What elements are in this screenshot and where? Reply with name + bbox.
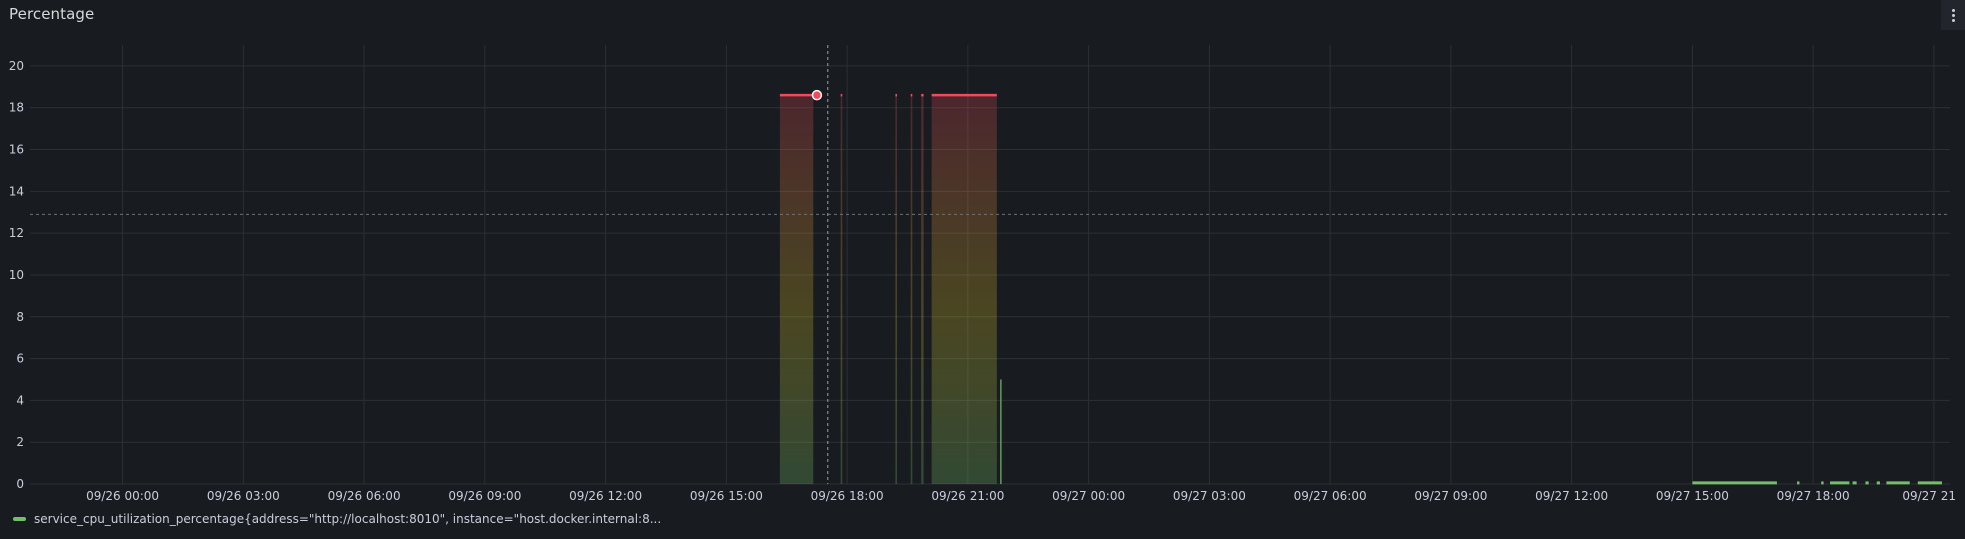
x-tick-label: 09/26 21:00 bbox=[931, 489, 1004, 503]
series-area-fill bbox=[931, 95, 997, 485]
x-tick-label: 09/26 12:00 bbox=[569, 489, 642, 503]
y-tick-label: 10 bbox=[9, 268, 24, 282]
series-area-fill bbox=[910, 95, 913, 485]
y-tick-label: 18 bbox=[9, 101, 24, 115]
y-tick-label: 4 bbox=[16, 393, 24, 407]
series-area-fill bbox=[840, 95, 843, 485]
series-area-fill bbox=[779, 95, 814, 485]
x-tick-label: 09/27 21 bbox=[1902, 489, 1956, 503]
hover-point-marker bbox=[811, 89, 823, 101]
y-tick-label: 0 bbox=[16, 477, 24, 491]
legend-color-swatch bbox=[13, 517, 26, 521]
x-tick-label: 09/26 03:00 bbox=[207, 489, 280, 503]
y-tick-label: 6 bbox=[16, 352, 24, 366]
x-tick-label: 09/26 00:00 bbox=[86, 489, 159, 503]
x-tick-label: 09/27 06:00 bbox=[1294, 489, 1367, 503]
x-tick-label: 09/26 09:00 bbox=[448, 489, 521, 503]
series-area-fill bbox=[921, 95, 924, 485]
x-tick-label: 09/26 06:00 bbox=[328, 489, 401, 503]
series-area-fill bbox=[895, 95, 898, 485]
x-tick-label: 09/27 09:00 bbox=[1414, 489, 1487, 503]
x-tick-label: 09/27 18:00 bbox=[1777, 489, 1850, 503]
y-tick-label: 12 bbox=[9, 226, 24, 240]
y-tick-label: 14 bbox=[9, 184, 24, 198]
x-tick-label: 09/27 15:00 bbox=[1656, 489, 1729, 503]
x-tick-label: 09/27 00:00 bbox=[1052, 489, 1125, 503]
y-tick-label: 16 bbox=[9, 143, 24, 157]
x-tick-label: 09/26 15:00 bbox=[690, 489, 763, 503]
y-tick-label: 20 bbox=[9, 59, 24, 73]
x-tick-label: 09/27 03:00 bbox=[1173, 489, 1246, 503]
y-tick-label: 2 bbox=[16, 435, 24, 449]
legend-item[interactable]: service_cpu_utilization_percentage{addre… bbox=[13, 511, 661, 527]
x-tick-label: 09/27 12:00 bbox=[1535, 489, 1608, 503]
x-tick-label: 09/26 18:00 bbox=[811, 489, 884, 503]
timeseries-panel: Percentage 0 2 4 6 8 10 12 14 16 18 20 09/26 00:00 0… bbox=[0, 0, 1965, 539]
legend-series-name: service_cpu_utilization_percentage{addre… bbox=[34, 512, 662, 526]
chart-plot-area[interactable]: 0 2 4 6 8 10 12 14 16 18 20 09/26 00:00 09/26 03:00 0… bbox=[0, 0, 1965, 539]
y-tick-label: 8 bbox=[16, 310, 24, 324]
